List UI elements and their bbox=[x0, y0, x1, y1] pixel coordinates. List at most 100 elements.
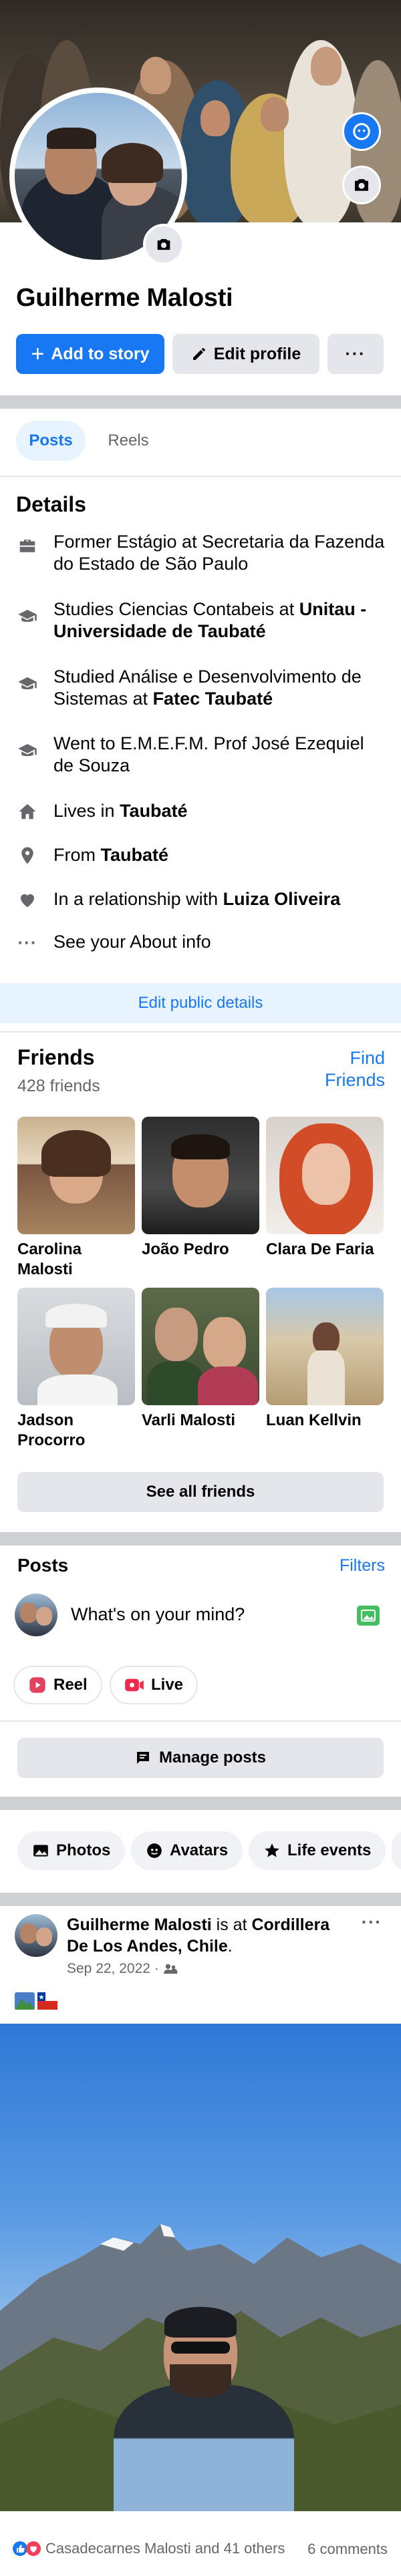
tab-reels[interactable]: Reels bbox=[94, 421, 163, 461]
edit-profile-button[interactable]: Edit profile bbox=[172, 334, 319, 374]
friend-card[interactable]: João Pedro bbox=[142, 1117, 259, 1260]
manage-posts-button[interactable]: Manage posts bbox=[17, 1738, 384, 1778]
friend-photo bbox=[142, 1117, 259, 1234]
friend-name: João Pedro bbox=[142, 1240, 229, 1258]
reaction-summary[interactable]: Casadecarnes Malosti and 41 others bbox=[12, 2540, 285, 2557]
avatar-face-icon bbox=[353, 123, 370, 140]
detail-text: Lives in bbox=[53, 801, 120, 821]
chip-photos[interactable]: Photos bbox=[17, 1831, 126, 1870]
live-button[interactable]: Live bbox=[110, 1666, 198, 1704]
detail-item-lives-in: Lives in Taubaté bbox=[0, 800, 401, 827]
friend-name: Carolina Malosti bbox=[17, 1240, 82, 1278]
reel-button[interactable]: Reel bbox=[13, 1666, 102, 1704]
detail-link-city[interactable]: Taubaté bbox=[120, 801, 188, 821]
detail-item-studies: Studies Ciencias Contabeis at Unitau - U… bbox=[0, 598, 401, 645]
friend-photo bbox=[17, 1117, 135, 1234]
photos-icon bbox=[33, 1845, 48, 1857]
edit-public-details-button[interactable]: Edit public details bbox=[0, 983, 401, 1023]
person-in-photo bbox=[100, 2297, 307, 2511]
section-separator bbox=[0, 1797, 401, 1810]
detail-text: Former Estágio at Secretaria da Fazenda … bbox=[53, 532, 385, 574]
detail-item-went-to: Went to E.M.E.F.M. Prof José Ezequiel de… bbox=[0, 733, 401, 779]
post-more-button[interactable]: ··· bbox=[358, 1911, 385, 1932]
user-avatar[interactable] bbox=[15, 1594, 57, 1636]
graduation-cap-icon bbox=[16, 605, 39, 628]
post-meta: Sep 22, 2022 · bbox=[67, 1961, 178, 1977]
mountain-flag-icon bbox=[15, 1992, 35, 2010]
graduation-cap-icon bbox=[16, 673, 39, 695]
post-photo[interactable] bbox=[0, 2024, 401, 2511]
graduation-cap-icon bbox=[16, 739, 39, 762]
section-separator bbox=[0, 1893, 401, 1906]
heart-icon bbox=[16, 888, 39, 911]
pencil-icon bbox=[192, 348, 205, 360]
detail-link-city[interactable]: Taubaté bbox=[101, 845, 169, 865]
posts-heading: Posts bbox=[17, 1555, 69, 1576]
friend-photo bbox=[17, 1288, 135, 1405]
reel-icon bbox=[29, 1677, 45, 1693]
detail-text: In a relationship with bbox=[53, 889, 223, 909]
cover-camera-button[interactable] bbox=[342, 166, 381, 204]
live-video-icon bbox=[125, 1678, 144, 1692]
home-icon bbox=[16, 800, 39, 823]
flag-icons bbox=[15, 1992, 57, 2010]
friend-photo bbox=[142, 1288, 259, 1405]
briefcase-icon bbox=[16, 535, 39, 558]
more-options-button[interactable]: ··· bbox=[327, 334, 384, 374]
see-all-friends-button[interactable]: See all friends bbox=[17, 1472, 384, 1512]
composer-input[interactable]: What's on your mind? bbox=[71, 1604, 245, 1625]
detail-text: See your About info bbox=[53, 932, 211, 952]
detail-item-from: From Taubaté bbox=[0, 844, 401, 871]
photo-icon[interactable] bbox=[357, 1606, 380, 1626]
filters-link[interactable]: Filters bbox=[321, 1556, 385, 1576]
more-dots-icon: ··· bbox=[17, 932, 37, 952]
detail-item-relationship: In a relationship with Luiza Oliveira bbox=[0, 888, 401, 915]
chip-avatars[interactable]: Avatars bbox=[131, 1831, 243, 1870]
detail-text: From bbox=[53, 845, 101, 865]
tab-posts[interactable]: Posts bbox=[16, 421, 86, 461]
friend-card[interactable]: Clara De Faria bbox=[266, 1117, 384, 1260]
friend-card[interactable]: Carolina Malosti bbox=[17, 1117, 135, 1280]
profile-picture-camera-button[interactable] bbox=[143, 224, 184, 265]
avatar-face-icon bbox=[147, 1843, 162, 1858]
friends-audience-icon bbox=[163, 1964, 178, 1974]
friend-card[interactable]: Jadson Procorro bbox=[17, 1288, 135, 1451]
friend-card[interactable]: Luan Kellvin bbox=[266, 1288, 384, 1431]
friend-photo bbox=[266, 1288, 384, 1405]
comments-count[interactable]: 6 comments bbox=[294, 2541, 388, 2558]
chip-overflow[interactable] bbox=[392, 1831, 401, 1870]
detail-link-partner[interactable]: Luiza Oliveira bbox=[223, 889, 341, 909]
post-author-link[interactable]: Guilherme Malosti bbox=[67, 1915, 212, 1934]
friend-card[interactable]: Varli Malosti bbox=[142, 1288, 259, 1431]
detail-text: Went to E.M.E.F.M. Prof José Ezequiel de… bbox=[53, 733, 364, 775]
friends-heading: Friends bbox=[17, 1045, 95, 1069]
friend-name: Jadson Procorro bbox=[17, 1411, 86, 1449]
post-author-avatar[interactable] bbox=[15, 1914, 57, 1957]
friend-name: Luan Kellvin bbox=[266, 1411, 362, 1429]
camera-icon bbox=[355, 179, 368, 191]
manage-posts-icon bbox=[136, 1752, 149, 1764]
friends-count: 428 friends bbox=[17, 1077, 100, 1095]
detail-item-work: Former Estágio at Secretaria da Fazenda … bbox=[0, 531, 401, 578]
detail-item-studied: Studied Análise e Desenvolvimento de Sis… bbox=[0, 666, 401, 713]
detail-link-school[interactable]: Fatec Taubaté bbox=[153, 689, 273, 709]
divider bbox=[0, 1720, 401, 1722]
profile-page: Guilherme Malosti + Add to story Edit pr… bbox=[0, 0, 401, 2576]
post-date[interactable]: Sep 22, 2022 · bbox=[67, 1961, 159, 1977]
details-heading: Details bbox=[16, 492, 86, 516]
divider bbox=[0, 1031, 401, 1033]
add-to-story-button[interactable]: + Add to story bbox=[16, 334, 164, 374]
profile-name: Guilherme Malosti bbox=[16, 284, 233, 312]
find-friends-link[interactable]: Find Friends bbox=[307, 1047, 385, 1091]
chip-life-events[interactable]: Life events bbox=[249, 1831, 386, 1870]
cover-avatar-button[interactable] bbox=[342, 112, 381, 151]
love-reaction-icon bbox=[26, 2541, 41, 2556]
location-pin-icon bbox=[16, 844, 39, 867]
detail-item-about[interactable]: ··· See your About info bbox=[0, 931, 401, 958]
camera-icon bbox=[157, 238, 170, 250]
plus-icon: + bbox=[31, 341, 45, 367]
post-header-text: Guilherme Malosti is at Cordillera De Lo… bbox=[67, 1915, 330, 1956]
friend-photo bbox=[266, 1117, 384, 1234]
detail-text: Studies Ciencias Contabeis at bbox=[53, 599, 299, 619]
chile-flag-icon bbox=[37, 1992, 57, 2010]
